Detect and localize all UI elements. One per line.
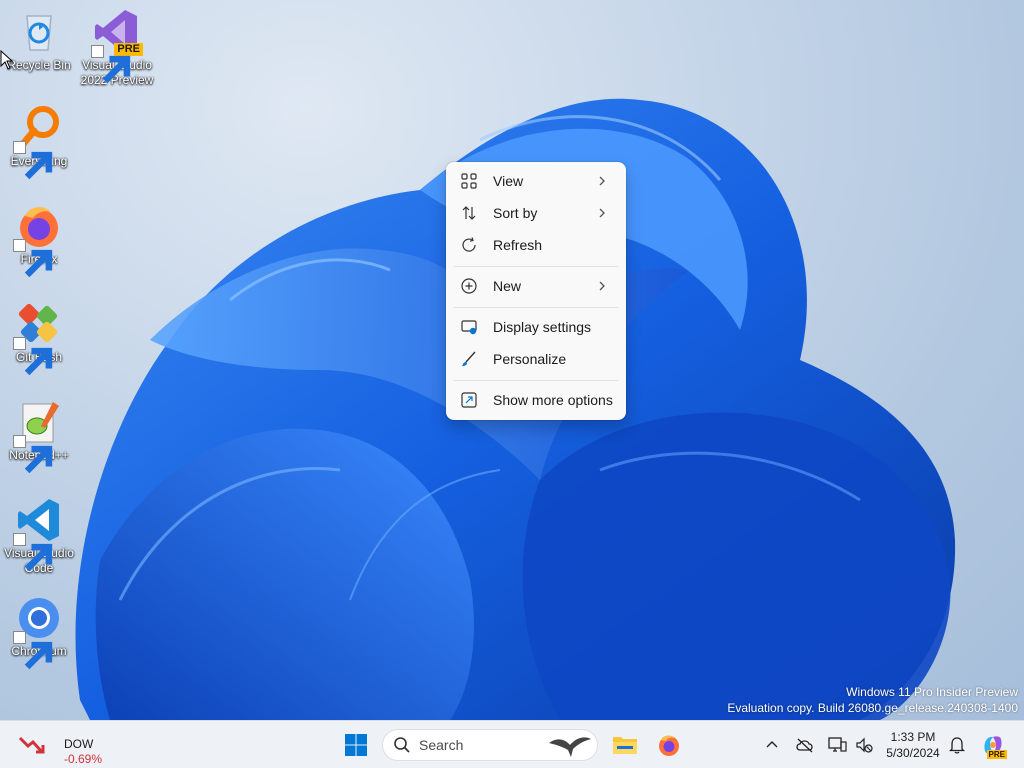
chevron-up-icon: [766, 741, 778, 748]
shortcut-arrow-icon: [91, 45, 131, 84]
network-status-button[interactable]: [824, 733, 850, 757]
chevron-right-icon: [599, 281, 605, 291]
chevron-right-icon: [599, 176, 605, 186]
menu-item-show-more-options[interactable]: Show more options: [450, 385, 622, 415]
firefox-icon: [659, 735, 679, 756]
desktop-icon-chromium[interactable]: Chromium: [1, 594, 77, 670]
desktop-context-menu: View Sort by Refresh New Display setting…: [446, 162, 626, 420]
stock-change: -0.69%: [64, 752, 103, 766]
menu-item-display-settings[interactable]: Display settings: [450, 312, 622, 342]
menu-item-view[interactable]: View: [450, 166, 622, 196]
menu-item-refresh[interactable]: Refresh: [450, 230, 622, 260]
menu-item-label: View: [493, 173, 524, 189]
plus-circle-icon: [461, 278, 477, 294]
desktop-icon-everything[interactable]: Everything: [1, 104, 77, 180]
taskbar-search-box[interactable]: Search: [382, 729, 598, 761]
menu-separator: [454, 266, 618, 267]
widgets-button[interactable]: DOW -0.69%: [14, 729, 154, 766]
menu-item-label: Sort by: [493, 205, 538, 221]
desktop-icon-git-bash[interactable]: Git Bash: [1, 300, 77, 376]
clock-time: 1:33 PM: [890, 730, 936, 744]
menu-separator: [454, 380, 618, 381]
taskbar-file-explorer[interactable]: [608, 729, 642, 761]
shortcut-arrow-icon: [13, 337, 53, 376]
desktop-icon-visual-studio[interactable]: PRE Visual Studio 2022 Preview: [79, 8, 155, 88]
clock-button[interactable]: 1:33 PM 5/30/2024: [880, 729, 946, 761]
menu-item-label: Display settings: [493, 319, 592, 335]
folder-icon: [613, 737, 637, 754]
menu-item-label: New: [493, 278, 522, 294]
onedrive-status-button[interactable]: [792, 733, 818, 757]
stock-down-icon: [18, 736, 45, 754]
mouse-cursor-icon: [0, 50, 14, 70]
expand-icon: [461, 392, 477, 408]
menu-item-sort-by[interactable]: Sort by: [450, 198, 622, 228]
stock-name: DOW: [64, 737, 94, 751]
menu-separator: [454, 307, 618, 308]
taskbar: DOW -0.69% Search 1:33 PM 5/30/2024 PRE: [0, 720, 1024, 768]
grid-view-icon: [461, 173, 477, 189]
menu-item-personalize[interactable]: Personalize: [450, 344, 622, 374]
shortcut-arrow-icon: [13, 239, 53, 278]
watermark-line: Windows 11 Pro Insider Preview: [846, 685, 1018, 699]
menu-item-label: Personalize: [493, 351, 567, 367]
desktop-icon-notepad-plus-plus[interactable]: Notepad++: [1, 398, 77, 474]
shortcut-arrow-icon: [13, 141, 53, 180]
recycle-bin-icon: [26, 15, 52, 51]
menu-item-label: Show more options: [493, 392, 613, 408]
desktop-icon-vscode[interactable]: Visual Studio Code: [1, 496, 77, 576]
desktop-icon-firefox[interactable]: Firefox: [1, 202, 77, 278]
brush-icon: [462, 351, 476, 366]
display-icon: [461, 320, 477, 335]
search-highlight-bird-icon: [549, 737, 591, 757]
evaluation-watermark: Windows 11 Pro Insider Preview Evaluatio…: [727, 684, 1018, 716]
search-placeholder: Search: [419, 737, 464, 753]
volume-status-button[interactable]: [852, 733, 876, 757]
copilot-button[interactable]: PRE: [978, 729, 1008, 761]
bell-icon: [949, 737, 965, 754]
network-display-icon: [828, 737, 847, 752]
cloud-offline-icon: [796, 738, 813, 753]
chevron-right-icon: [599, 208, 605, 218]
start-button[interactable]: [340, 729, 372, 761]
watermark-line: Evaluation copy. Build 26080.ge_release.…: [727, 701, 1018, 715]
copilot-preview-badge: PRE: [986, 750, 1007, 759]
windows-logo-icon: [345, 734, 367, 756]
menu-item-label: Refresh: [493, 237, 543, 253]
notifications-button[interactable]: [946, 733, 968, 757]
sort-arrows-icon: [462, 206, 476, 220]
shortcut-arrow-icon: [13, 631, 53, 670]
menu-item-new[interactable]: New: [450, 271, 622, 301]
shortcut-arrow-icon: [13, 533, 53, 572]
clock-date: 5/30/2024: [886, 746, 940, 760]
volume-muted-icon: [856, 737, 873, 753]
taskbar-firefox[interactable]: [652, 729, 686, 761]
search-icon: [394, 737, 410, 753]
refresh-icon: [462, 237, 476, 252]
shortcut-arrow-icon: [13, 435, 53, 474]
show-hidden-icons-button[interactable]: [760, 733, 784, 757]
